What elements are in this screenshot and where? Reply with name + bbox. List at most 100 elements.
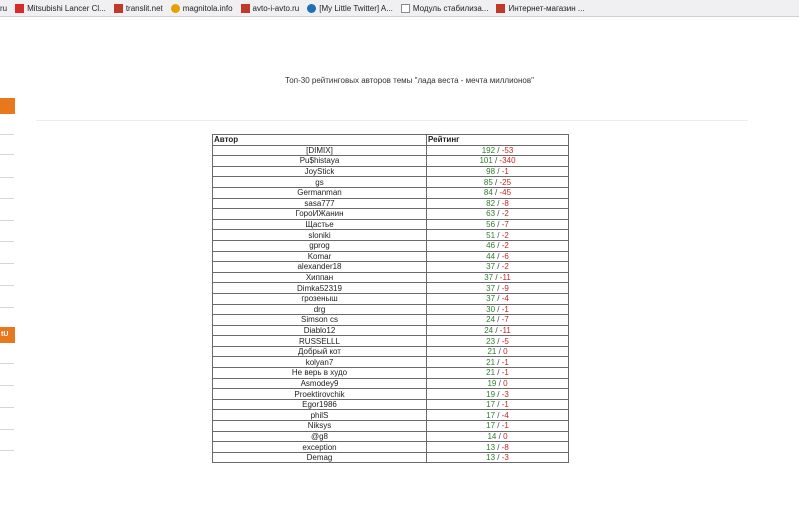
rating-separator: / bbox=[493, 273, 500, 283]
bookmark-item[interactable]: avto-i-avto.ru bbox=[240, 0, 308, 16]
author-name[interactable]: kolyan7 bbox=[212, 356, 427, 369]
sidebar-divider bbox=[0, 154, 14, 155]
author-name[interactable]: drg bbox=[212, 303, 427, 316]
bookmark-label: Mitsubishi Lancer Cl... bbox=[27, 3, 106, 13]
rating-negative: -1 bbox=[501, 167, 509, 177]
rating-negative: 0 bbox=[503, 431, 508, 441]
rating-positive: 19 bbox=[486, 389, 496, 399]
table-row: Demag 13 / -3 bbox=[212, 451, 569, 464]
rating-positive: 13 bbox=[486, 442, 496, 452]
rating-separator: / bbox=[495, 294, 502, 304]
rating-separator: / bbox=[495, 400, 502, 410]
avto-logo-icon bbox=[240, 3, 250, 13]
rating-negative: -340 bbox=[499, 156, 516, 166]
column-header-rating: Рейтинг bbox=[426, 134, 569, 146]
rating-negative: -8 bbox=[501, 198, 509, 208]
bookmark-label: translit.net bbox=[125, 3, 163, 13]
mitsubishi-logo-icon bbox=[15, 3, 25, 13]
author-name[interactable]: alexander18 bbox=[212, 261, 427, 273]
sidebar-divider bbox=[0, 429, 14, 430]
rating-negative: -1 bbox=[501, 304, 509, 314]
author-name[interactable]: gs bbox=[212, 176, 427, 188]
rating-negative: -1 bbox=[501, 400, 509, 410]
rating-cell: 85 / -25 bbox=[426, 176, 569, 188]
author-name[interactable]: Хиппан bbox=[212, 271, 427, 284]
sidebar-divider bbox=[0, 450, 14, 451]
rating-negative: -11 bbox=[499, 273, 511, 283]
table-row: Simson cs 24 / -7 bbox=[212, 314, 569, 326]
column-header-author: Автор bbox=[212, 134, 427, 146]
table-row: [DIMIX] 192 / -53 bbox=[212, 144, 569, 157]
table-row: philS 17 / -4 bbox=[212, 409, 569, 422]
author-name[interactable]: Добрый кот bbox=[212, 345, 427, 358]
bookmark-item[interactable]: magnitola.info bbox=[170, 0, 241, 16]
rating-cell: 13 / -8 bbox=[426, 441, 569, 453]
rating-cell: 24 / -7 bbox=[426, 314, 569, 326]
sidebar-divider bbox=[0, 263, 14, 264]
author-name[interactable]: Germanman bbox=[212, 186, 427, 199]
rating-positive: 44 bbox=[486, 251, 496, 261]
author-name[interactable]: Не верь в худо bbox=[212, 367, 427, 379]
sidebar-divider bbox=[0, 134, 14, 135]
table-row: Pu$histaya 101 / -340 bbox=[212, 155, 569, 167]
rating-positive: 63 bbox=[486, 209, 496, 219]
rating-negative: -2 bbox=[501, 230, 509, 240]
table-row: Хиппан 37 / -11 bbox=[212, 271, 569, 284]
author-name[interactable]: Egor1986 bbox=[212, 398, 427, 411]
author-name[interactable]: ГороИЖанин bbox=[212, 208, 427, 220]
author-name[interactable]: Pu$histaya bbox=[212, 155, 427, 167]
author-name[interactable]: грозеныш bbox=[212, 292, 427, 305]
left-sidebar-fragment: tU bbox=[0, 17, 16, 517]
sidebar-badge[interactable]: tU bbox=[0, 327, 15, 343]
sidebar-divider bbox=[0, 363, 14, 364]
rating-cell: 21 / -1 bbox=[426, 367, 569, 379]
rating-negative: -5 bbox=[501, 336, 509, 346]
table-row: Egor1986 17 / -1 bbox=[212, 398, 569, 411]
table-row: exception 13 / -8 bbox=[212, 441, 569, 453]
author-name[interactable]: philS bbox=[212, 409, 427, 422]
rating-separator: / bbox=[495, 209, 502, 219]
author-name[interactable]: Dimka52319 bbox=[212, 282, 427, 294]
author-name[interactable]: sasa777 bbox=[212, 197, 427, 210]
bookmark-item[interactable]: [My Little Twitter] A... bbox=[307, 0, 401, 16]
author-name[interactable]: Demag bbox=[212, 451, 427, 464]
rating-positive: 37 bbox=[486, 262, 496, 272]
author-name[interactable]: JoyStick bbox=[212, 165, 427, 178]
table-row: kolyan7 21 / -1 bbox=[212, 356, 569, 369]
sidebar-tab-orange[interactable] bbox=[0, 98, 15, 114]
author-name[interactable]: Simson cs bbox=[212, 314, 427, 326]
bookmark-item[interactable]: Mitsubishi Lancer Cl... bbox=[15, 0, 114, 16]
table-row: Добрый кот 21 / 0 bbox=[212, 345, 569, 358]
bookmark-item[interactable]: Модуль стабилиза... bbox=[400, 0, 497, 16]
rating-separator: / bbox=[492, 156, 500, 166]
rating-positive: 24 bbox=[484, 325, 494, 335]
author-name[interactable]: @g8 bbox=[212, 430, 427, 443]
author-name[interactable]: exception bbox=[212, 441, 427, 453]
sidebar-divider bbox=[0, 198, 14, 199]
rating-positive: 13 bbox=[486, 453, 496, 463]
rating-cell: 21 / 0 bbox=[426, 345, 569, 358]
table-row: Щастье 56 / -7 bbox=[212, 218, 569, 231]
author-name[interactable]: RUSSELLL bbox=[212, 335, 427, 347]
author-name[interactable]: Asmodey9 bbox=[212, 377, 427, 390]
rating-separator: / bbox=[492, 177, 500, 187]
rating-positive: 101 bbox=[479, 156, 493, 166]
author-name[interactable]: sloniki bbox=[212, 229, 427, 241]
bookmark-item[interactable]: Интернет-магазин ... bbox=[496, 0, 592, 16]
bookmark-item[interactable]: translit.net bbox=[113, 0, 171, 16]
author-name[interactable]: Diablo12 bbox=[212, 324, 427, 337]
author-name[interactable]: Komar bbox=[212, 250, 427, 263]
rating-negative: -4 bbox=[501, 294, 509, 304]
author-name[interactable]: Щастье bbox=[212, 218, 427, 231]
rating-positive: 21 bbox=[486, 368, 496, 378]
rating-separator: / bbox=[495, 241, 502, 251]
author-name[interactable]: Niksys bbox=[212, 420, 427, 432]
author-name[interactable]: gprog bbox=[212, 239, 427, 252]
rating-cell: 46 / -2 bbox=[426, 239, 569, 252]
rating-positive: 23 bbox=[486, 336, 496, 346]
author-name[interactable]: [DIMIX] bbox=[212, 144, 427, 157]
rating-separator: / bbox=[495, 198, 502, 208]
author-name[interactable]: Proektirovchik bbox=[212, 388, 427, 400]
rating-positive: 37 bbox=[484, 273, 494, 283]
bookmark-item[interactable]: ru bbox=[0, 0, 15, 16]
